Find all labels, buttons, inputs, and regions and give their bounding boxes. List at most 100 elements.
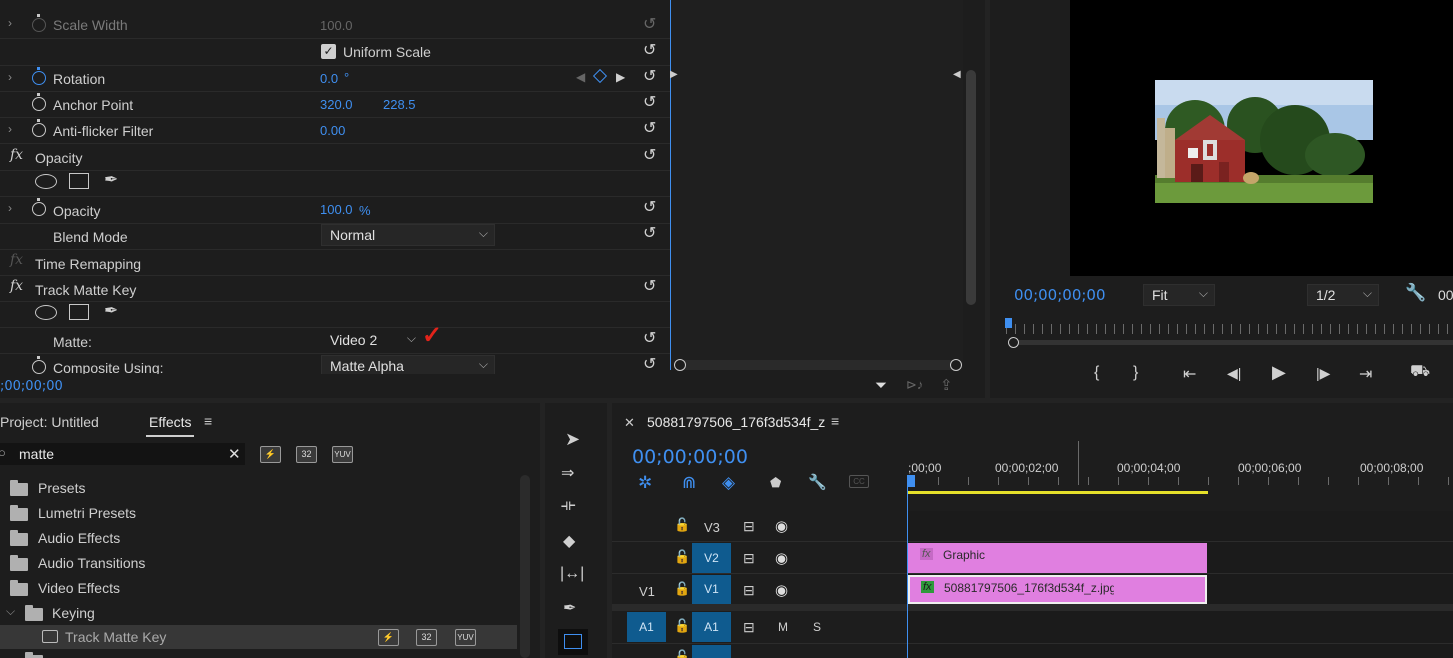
clear-search-icon[interactable]: ✕ [228, 445, 241, 463]
expand-chevron-icon[interactable]: › [8, 201, 12, 215]
program-zoom-bar[interactable] [1012, 340, 1453, 345]
tree-item-lumetri-presets[interactable]: Lumetri Presets [38, 505, 136, 521]
lift-icon[interactable]: ⛟ [1410, 362, 1430, 382]
ec-zoom-scrollbar[interactable] [674, 359, 962, 371]
prev-keyframe-icon[interactable]: ◀ [576, 70, 585, 84]
collapse-chevron-icon[interactable]: ⌵ [6, 604, 15, 619]
play-audio-icon[interactable]: ⊳♪ [906, 377, 923, 393]
program-mini-ruler[interactable] [1006, 324, 1453, 334]
reset-icon[interactable]: ↺ [643, 328, 656, 348]
32bit-effects-icon[interactable]: 32 [296, 446, 317, 463]
zoom-handle-left[interactable] [674, 359, 686, 371]
rotation-value[interactable]: 0.0 [320, 71, 338, 86]
accelerated-effects-icon[interactable]: ⚡ [260, 446, 281, 463]
resolution-dropdown[interactable]: 1/2 ⌵ [1307, 284, 1379, 306]
go-to-out-icon[interactable]: ⇥ [1359, 364, 1372, 384]
anti-flicker-value[interactable]: 0.00 [320, 123, 345, 138]
snap-icon[interactable]: ⋒ [682, 473, 696, 493]
stopwatch-icon[interactable] [32, 356, 46, 374]
play-icon[interactable]: ▶ [1272, 362, 1286, 383]
reset-icon[interactable]: ↺ [643, 197, 656, 217]
pen-mask-icon[interactable]: ✒ [104, 301, 118, 321]
timeline-playhead-line[interactable] [907, 487, 908, 658]
track-a2-target[interactable] [692, 645, 731, 658]
graphic-clip[interactable]: fx Graphic [908, 543, 1207, 573]
fx-icon[interactable]: fx [10, 147, 23, 163]
slip-tool-icon[interactable]: |↔| [560, 565, 584, 583]
sequence-tab-title[interactable]: 50881797506_176f3d534f_z [647, 414, 825, 430]
sync-lock-icon[interactable]: ⊟ [743, 619, 755, 636]
filter-icon[interactable]: ⏷ [875, 377, 887, 394]
reset-icon[interactable]: ↺ [643, 354, 656, 374]
mute-button[interactable]: M [778, 620, 788, 634]
tree-item-track-matte-key-row[interactable]: Track Matte Key ⚡ 32 YUV [0, 625, 517, 649]
rectangle-mask-icon[interactable] [69, 304, 89, 320]
effects-search-input[interactable]: matte [19, 446, 54, 462]
export-icon[interactable]: ⇪ [940, 376, 953, 394]
nest-toggle-icon[interactable]: ✲ [638, 473, 652, 493]
timeline-playhead[interactable] [907, 475, 915, 487]
go-to-in-icon[interactable]: ⇤ [1183, 364, 1196, 384]
wrench-icon[interactable]: 🔧 [1405, 283, 1426, 303]
track-v2-target[interactable]: V2 [692, 543, 731, 573]
mark-in-icon[interactable]: { [1094, 364, 1099, 382]
reset-icon[interactable]: ↺ [643, 145, 656, 165]
timeline-timecode[interactable]: 00;00;00;00 [632, 446, 748, 468]
ec-vertical-scrollbar[interactable] [965, 0, 977, 310]
ripple-edit-tool-icon[interactable]: ⟛ [561, 497, 576, 515]
ec-scroll-thumb[interactable] [966, 70, 976, 305]
ec-playhead-line[interactable] [670, 0, 671, 370]
stopwatch-icon[interactable] [32, 119, 46, 137]
ellipse-mask-icon[interactable] [35, 174, 57, 189]
fx-icon[interactable]: fx [10, 252, 23, 268]
timeline-ruler-ticks[interactable] [908, 477, 1453, 485]
scale-width-value[interactable]: 100.0 [320, 18, 353, 33]
lock-icon[interactable]: 🔓 [674, 517, 690, 533]
rectangle-tool-icon[interactable] [558, 629, 588, 655]
effects-search-box[interactable]: ○ matte ✕ [0, 443, 245, 465]
add-marker-icon[interactable]: ⬟ [770, 475, 781, 491]
eye-icon[interactable]: ◉ [775, 549, 788, 567]
sync-lock-icon[interactable]: ⊟ [743, 550, 755, 567]
stopwatch-icon[interactable] [32, 67, 46, 85]
track-select-tool-icon[interactable]: ⇒ [561, 463, 574, 483]
mark-out-icon[interactable]: } [1133, 364, 1138, 382]
yuv-effects-icon[interactable]: YUV [332, 446, 353, 463]
keyframe-icon[interactable]: ▶ [670, 69, 678, 80]
reset-icon[interactable]: ↺ [643, 66, 656, 86]
close-icon[interactable]: ✕ [624, 415, 635, 431]
add-keyframe-icon[interactable] [592, 68, 608, 84]
step-back-icon[interactable]: ◀| [1227, 365, 1241, 382]
work-area-bar[interactable] [908, 491, 1208, 494]
program-timecode[interactable]: 00;00;00;00 [1014, 286, 1106, 304]
anchor-x-value[interactable]: 320.0 [320, 97, 353, 112]
reset-icon[interactable]: ↺ [643, 276, 656, 296]
zoom-handle-right[interactable] [950, 359, 962, 371]
anchor-y-value[interactable]: 228.5 [383, 97, 416, 112]
lock-icon[interactable]: 🔓 [674, 581, 690, 597]
expand-chevron-icon[interactable]: › [8, 122, 12, 136]
source-v1-label[interactable]: V1 [639, 584, 655, 599]
hamburger-icon[interactable]: ≡ [204, 413, 212, 429]
lock-icon[interactable]: 🔓 [674, 549, 690, 565]
reset-icon[interactable]: ↺ [643, 92, 656, 112]
tree-item-audio-effects[interactable]: Audio Effects [38, 530, 120, 546]
reset-icon[interactable]: ↺ [643, 223, 656, 243]
matte-dropdown[interactable]: Video 2 ⌵ [321, 329, 423, 351]
stopwatch-icon[interactable] [32, 198, 46, 216]
track-v1-target[interactable]: V1 [692, 575, 731, 604]
next-keyframe-icon[interactable]: ▶ [616, 70, 625, 84]
razor-tool-icon[interactable]: ◆ [563, 531, 575, 551]
source-a1-patch[interactable]: A1 [627, 612, 666, 642]
track-a1-target[interactable]: A1 [692, 612, 731, 642]
fx-icon[interactable]: fx [10, 278, 23, 294]
expand-chevron-icon[interactable]: › [8, 70, 12, 84]
step-forward-icon[interactable]: |▶ [1316, 365, 1330, 382]
track-v3-label[interactable]: V3 [704, 520, 720, 535]
uniform-scale-checkbox[interactable]: ✓ [321, 44, 336, 59]
tree-item-presets[interactable]: Presets [38, 480, 85, 496]
keyframe-icon[interactable]: ◀ [953, 69, 961, 80]
pen-mask-icon[interactable]: ✒ [104, 170, 118, 190]
program-playhead[interactable] [1005, 318, 1012, 328]
opacity-value[interactable]: 100.0 [320, 202, 353, 217]
